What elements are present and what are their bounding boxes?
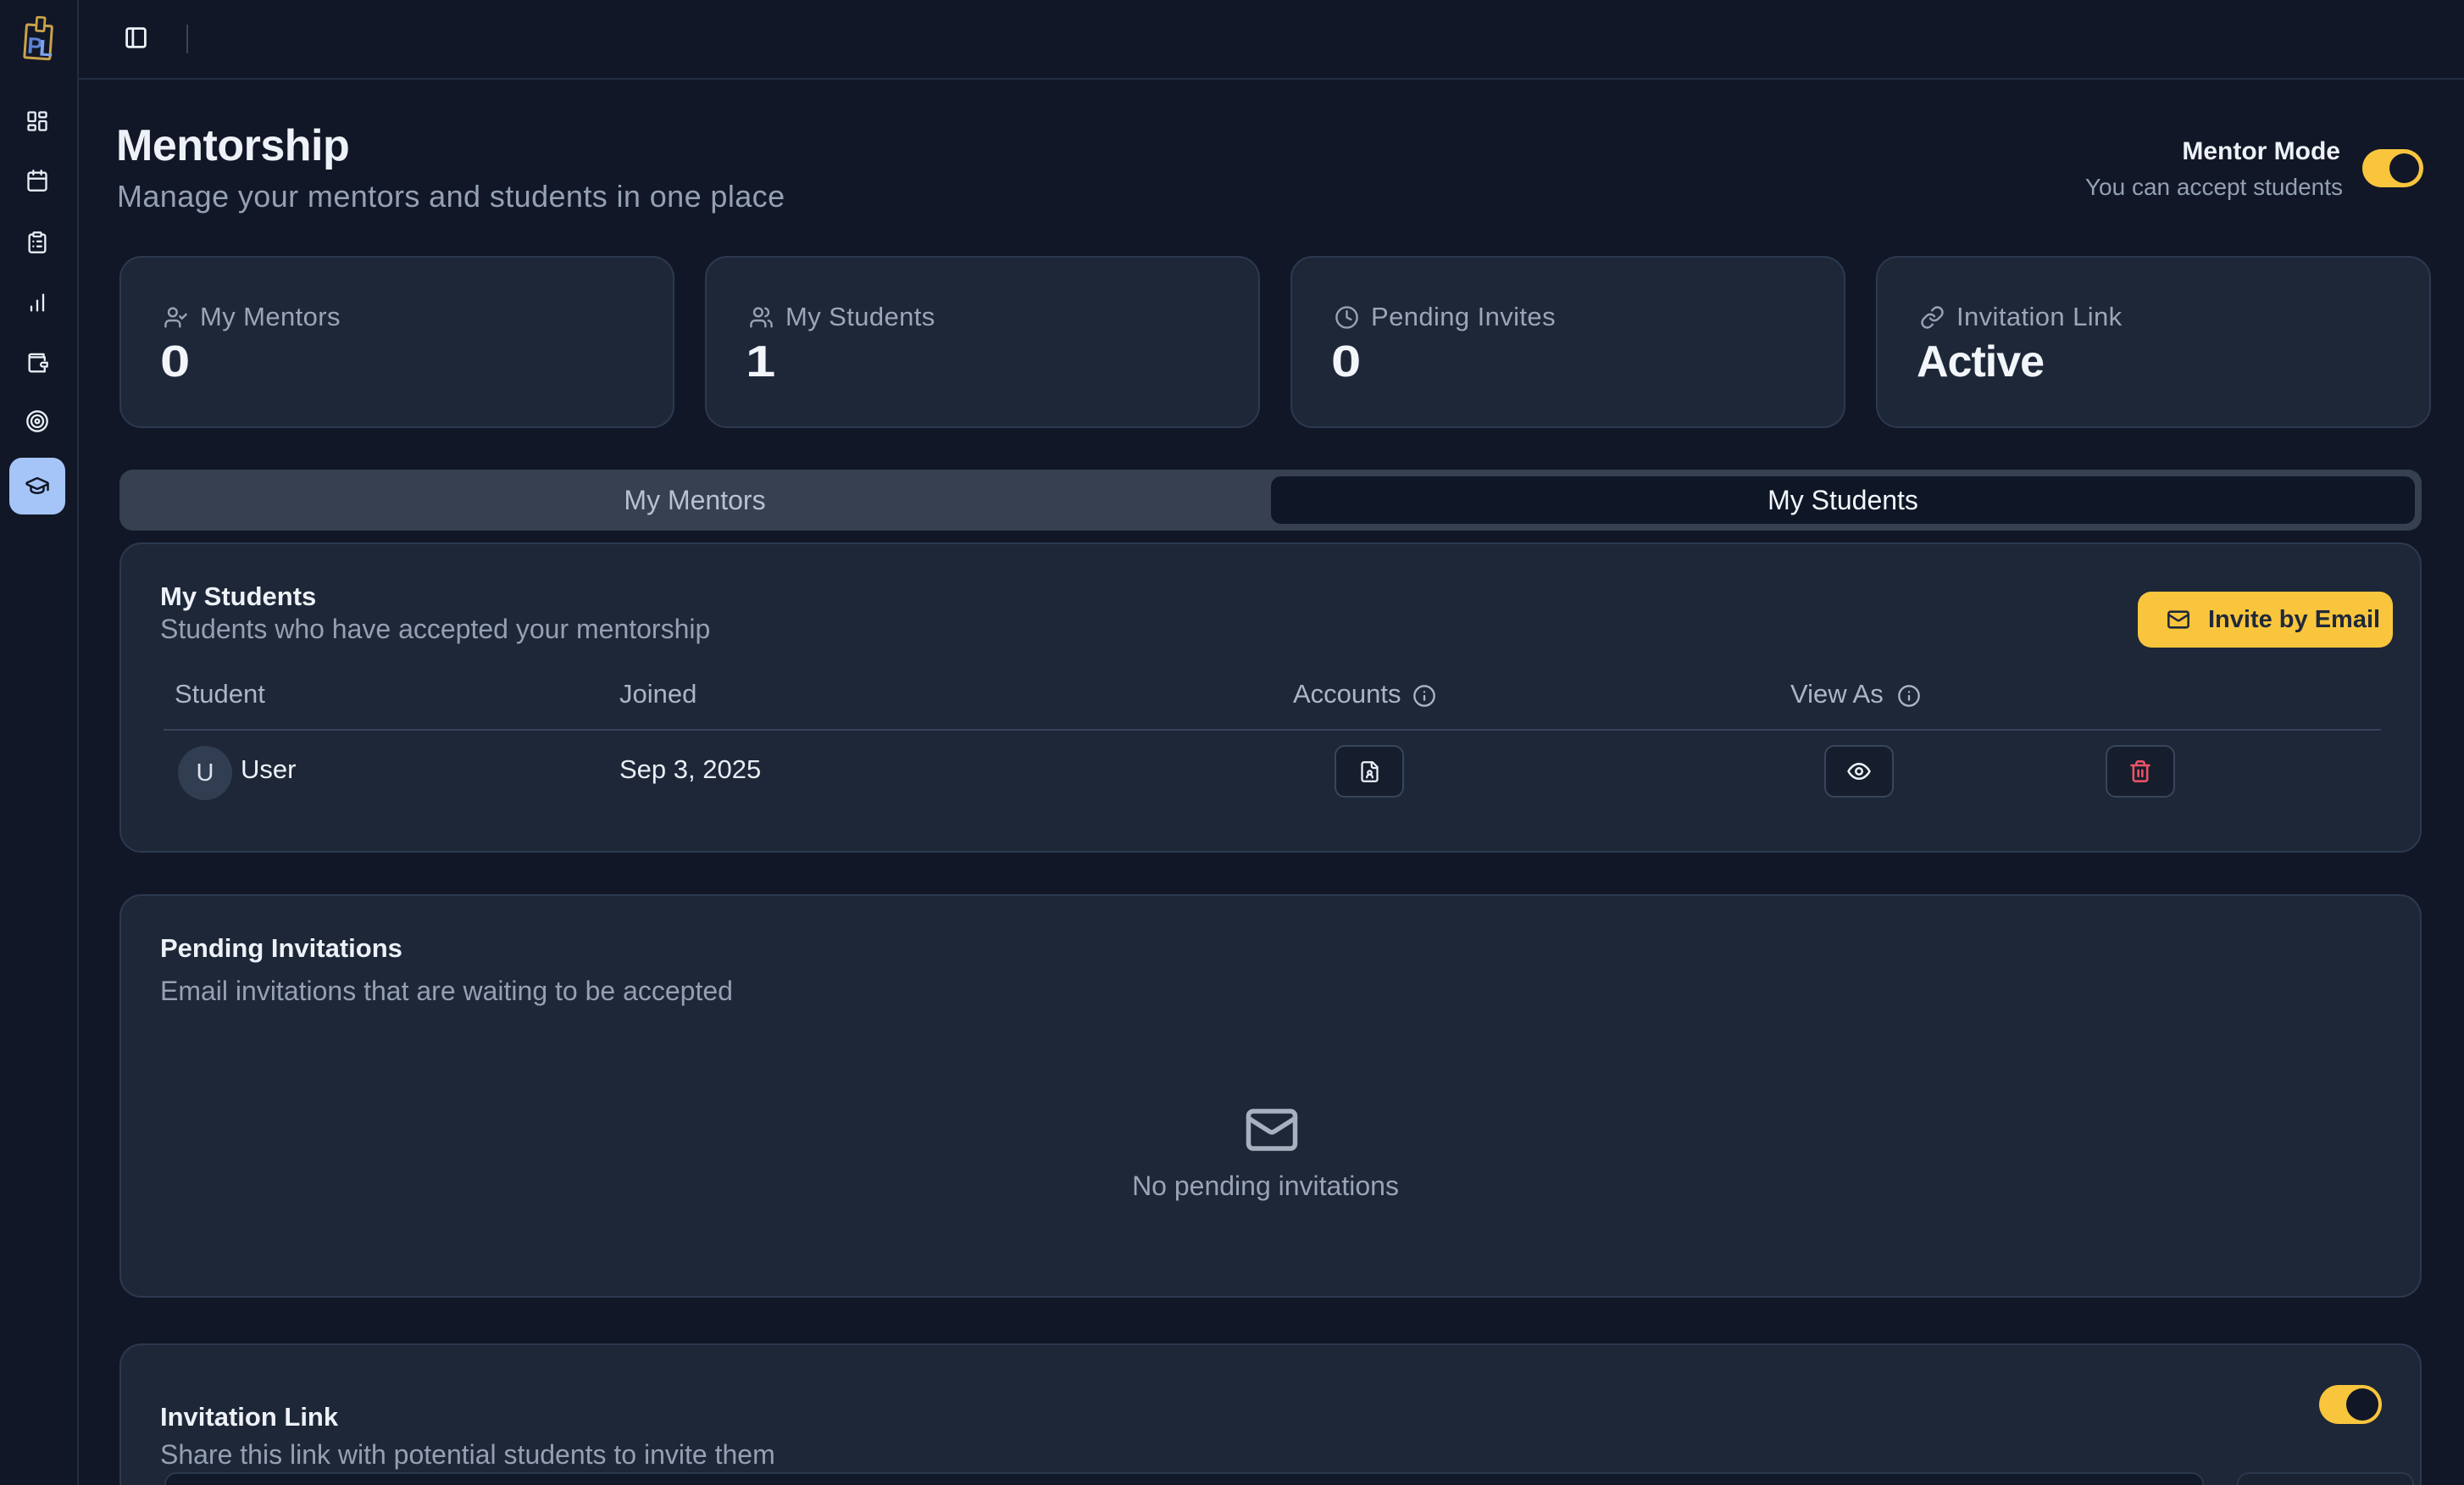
svg-text:L: L <box>38 35 54 61</box>
